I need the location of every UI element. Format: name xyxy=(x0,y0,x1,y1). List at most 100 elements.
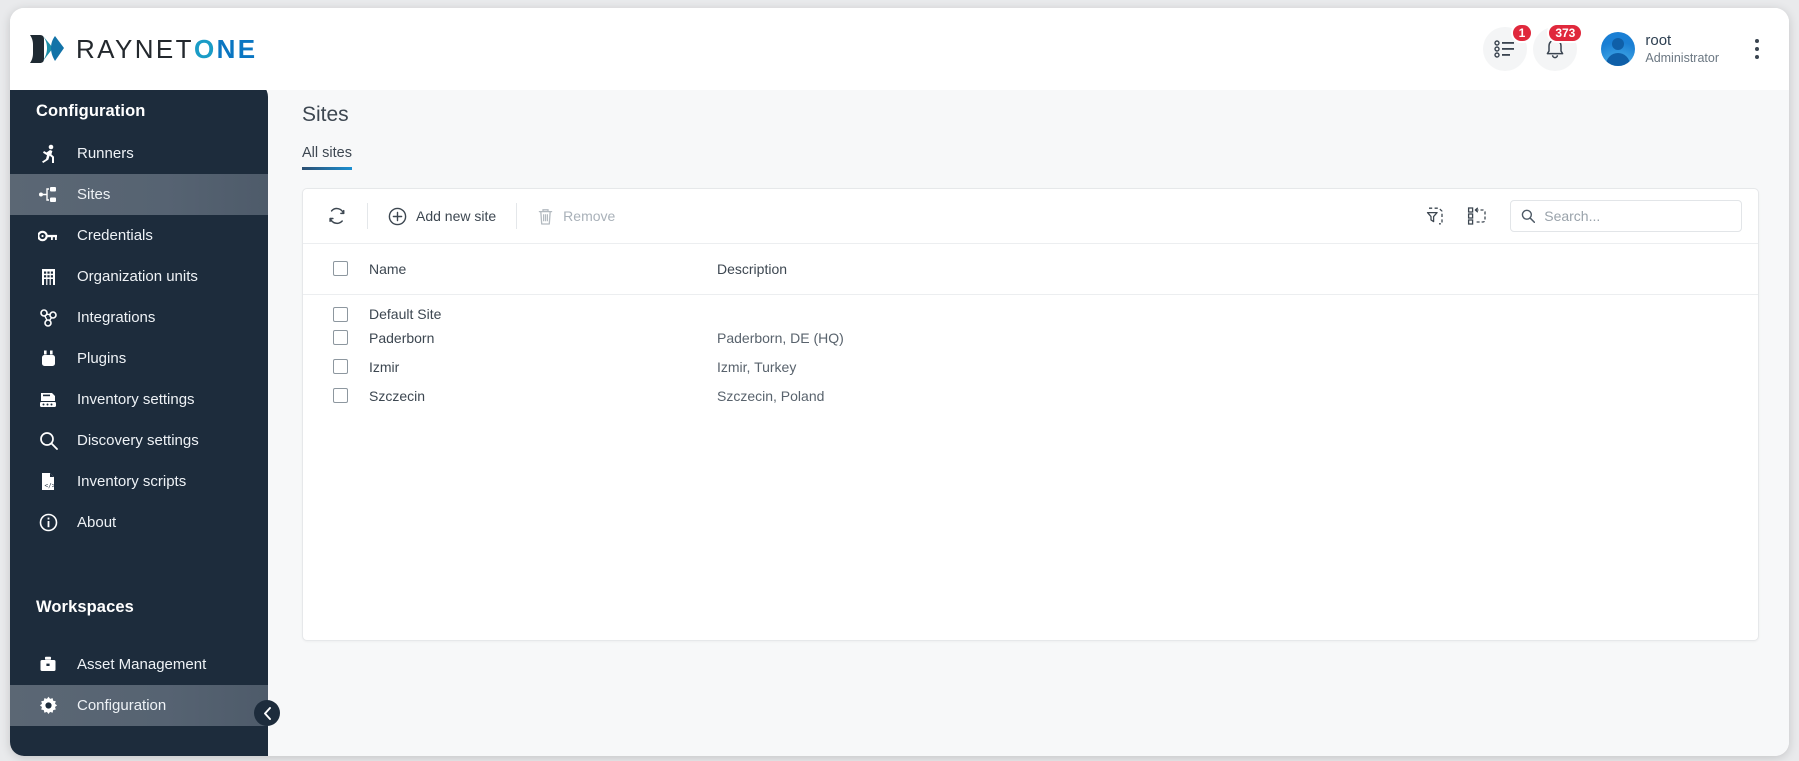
sidebar-item-inventory-settings[interactable]: Inventory settings xyxy=(10,379,268,420)
user-name: root xyxy=(1645,31,1672,49)
svg-text:</>: </> xyxy=(45,483,56,490)
row-checkbox[interactable] xyxy=(333,388,348,403)
window-tab-stub xyxy=(398,0,458,8)
remove-label: Remove xyxy=(563,208,616,224)
table-row[interactable]: Izmir Izmir, Turkey xyxy=(303,352,1758,381)
sidebar-item-about[interactable]: About xyxy=(10,502,268,543)
sidebar-item-label: Inventory settings xyxy=(77,391,195,408)
integrations-icon xyxy=(36,308,60,328)
trash-icon xyxy=(538,208,553,225)
table-row[interactable]: Default Site xyxy=(303,294,1758,323)
table-row[interactable]: Szczecin Szczecin, Poland xyxy=(303,381,1758,410)
info-icon xyxy=(36,513,60,533)
sites-table: Name Description Default Site Paderborn … xyxy=(303,244,1758,410)
row-name: Paderborn xyxy=(369,329,435,346)
tab-bar: All sites xyxy=(302,145,1759,170)
refresh-button[interactable] xyxy=(317,200,357,232)
sidebar-item-organization-units[interactable]: Organization units xyxy=(10,256,268,297)
table-row[interactable]: Paderborn Paderborn, DE (HQ) xyxy=(303,323,1758,352)
user-avatar-icon xyxy=(1601,32,1636,66)
reset-columns-icon xyxy=(1467,207,1486,225)
sidebar-item-label: Asset Management xyxy=(77,656,207,673)
search-box[interactable] xyxy=(1510,200,1742,232)
row-name: Szczecin xyxy=(369,387,426,404)
row-checkbox[interactable] xyxy=(333,330,348,345)
sidebar-item-sites[interactable]: Sites xyxy=(10,174,268,215)
kebab-menu-icon[interactable] xyxy=(1747,34,1767,64)
sidebar-item-label: Integrations xyxy=(77,309,156,326)
task-list-icon xyxy=(1494,40,1515,58)
add-new-site-label: Add new site xyxy=(416,208,497,224)
search-icon xyxy=(1521,209,1536,223)
sidebar-item-label: Credentials xyxy=(77,227,153,244)
sites-icon xyxy=(36,185,60,205)
plugin-icon xyxy=(36,349,60,369)
row-description: Izmir, Turkey xyxy=(717,358,797,375)
raynet-logo-icon xyxy=(28,32,66,66)
sidebar-item-asset-management[interactable]: Asset Management xyxy=(10,644,268,685)
table-header: Name Description xyxy=(303,244,1758,295)
plus-circle-icon xyxy=(388,207,407,225)
sidebar-item-integrations[interactable]: Integrations xyxy=(10,297,268,338)
sidebar-item-label: Runners xyxy=(77,145,134,162)
user-info: root Administrator xyxy=(1645,32,1719,66)
search-input[interactable] xyxy=(1544,208,1731,224)
column-header-description[interactable]: Description xyxy=(717,244,1758,295)
sidebar-item-discovery-settings[interactable]: Discovery settings xyxy=(10,420,268,461)
select-all-header xyxy=(303,244,369,295)
inventory-settings-icon xyxy=(36,390,60,410)
sidebar-item-label: About xyxy=(77,514,117,531)
sidebar-collapse-button[interactable] xyxy=(254,700,280,726)
runner-icon xyxy=(36,144,60,164)
sidebar-item-label: Organization units xyxy=(77,268,198,285)
search-icon xyxy=(36,431,60,451)
column-header-name[interactable]: Name xyxy=(369,244,717,295)
main-content: Sites All sites Add new site Remove Sear… xyxy=(268,81,1789,756)
notifications-button[interactable]: 373 xyxy=(1533,23,1584,71)
tab-all-sites[interactable]: All sites xyxy=(302,145,352,170)
sites-card: Add new site Remove Search... Name Descr… xyxy=(302,188,1759,641)
sidebar-item-plugins[interactable]: Plugins xyxy=(10,338,268,379)
user-role: Administrator xyxy=(1645,50,1719,65)
building-icon xyxy=(36,267,60,287)
script-file-icon: </> xyxy=(36,472,60,492)
user-menu[interactable]: root Administrator xyxy=(1601,32,1719,66)
key-icon xyxy=(36,226,60,246)
header-actions: 1 373 root Administrator xyxy=(1483,23,1767,71)
table-header-row: Name Description xyxy=(303,244,1758,295)
brand-name: RAYNETONE xyxy=(76,33,258,64)
chevron-left-icon xyxy=(263,706,271,720)
sidebar-item-label: Plugins xyxy=(77,350,127,367)
sidebar-item-label: Discovery settings xyxy=(77,432,199,449)
sidebar-item-runners[interactable]: Runners xyxy=(10,133,268,174)
row-checkbox-cell xyxy=(303,323,369,352)
row-description: Paderborn, DE (HQ) xyxy=(717,329,844,346)
brand-logo[interactable]: RAYNETONE xyxy=(28,32,257,66)
sidebar: Configuration Runners Sites Credentials … xyxy=(10,81,280,756)
sidebar-item-inventory-scripts[interactable]: </> Inventory scripts xyxy=(10,461,268,502)
row-description xyxy=(717,294,1758,323)
sidebar-item-label: Inventory scripts xyxy=(77,473,187,490)
add-new-site-button[interactable]: Add new site xyxy=(378,201,506,232)
notification-badge: 373 xyxy=(1547,23,1584,43)
row-description: Szczecin, Poland xyxy=(717,387,825,404)
toolbar-separator-2 xyxy=(516,203,518,229)
row-checkbox-cell xyxy=(303,381,369,410)
sidebar-item-label: Sites xyxy=(77,186,111,203)
clear-filter-button[interactable] xyxy=(1422,203,1448,229)
task-list-button[interactable]: 1 xyxy=(1483,23,1534,71)
row-checkbox[interactable] xyxy=(333,359,348,374)
reset-columns-button[interactable] xyxy=(1464,203,1490,229)
toolbar-separator xyxy=(367,203,368,229)
remove-button[interactable]: Remove xyxy=(527,201,625,232)
sidebar-item-label: Configuration xyxy=(77,697,167,714)
row-checkbox-cell xyxy=(303,352,369,381)
sidebar-item-credentials[interactable]: Credentials xyxy=(10,215,268,256)
table-body: Default Site Paderborn Paderborn, DE (HQ… xyxy=(303,294,1758,410)
select-all-checkbox[interactable] xyxy=(333,261,348,277)
row-checkbox[interactable] xyxy=(333,306,348,322)
row-name: Izmir xyxy=(369,358,400,375)
app-window: RAYNETONE 1 373 root Administrator Confi… xyxy=(10,8,1789,756)
sidebar-item-configuration[interactable]: Configuration xyxy=(10,685,268,726)
